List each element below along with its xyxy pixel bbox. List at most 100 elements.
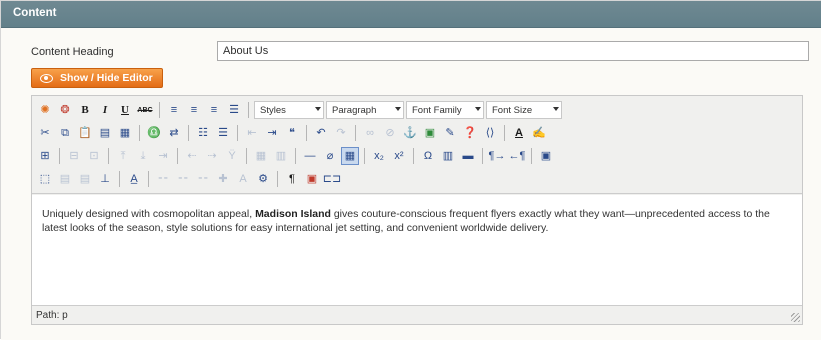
table-cell-props-icon[interactable]: ⊡ xyxy=(85,147,103,165)
fullscreen-icon[interactable]: ▣ xyxy=(537,147,555,165)
cleanup-icon[interactable]: ✎ xyxy=(441,124,459,142)
chevron-down-icon xyxy=(553,107,559,111)
image-icon[interactable]: ❂ xyxy=(56,101,74,119)
align-right-icon[interactable]: ≡ xyxy=(205,101,223,119)
special-char-icon[interactable]: Ω xyxy=(419,147,437,165)
cite-icon[interactable]: ⁃⁃ xyxy=(154,170,172,188)
styleprops-icon[interactable]: A̲ xyxy=(125,170,143,188)
media-icon[interactable]: ▥ xyxy=(439,147,457,165)
toolbar-row-4: ⬚ ▤ ▤ ⊥ A̲ ⁃⁃ ⁃⁃ ⁃⁃ ✚ A ⚙ ¶ ▣ ⊏⊐ xyxy=(36,169,341,189)
align-center-icon[interactable]: ≡ xyxy=(185,101,203,119)
copy-icon[interactable]: ⧉ xyxy=(56,124,74,142)
toolbar-separator xyxy=(504,125,505,141)
paste-icon[interactable]: 📋 xyxy=(76,124,94,142)
paste-text-icon[interactable]: ▤ xyxy=(96,124,114,142)
image-insert-icon[interactable]: ▣ xyxy=(421,124,439,142)
toolbar-separator xyxy=(531,148,532,164)
remove-format-icon[interactable]: ⌀ xyxy=(321,147,339,165)
eye-icon xyxy=(40,73,53,83)
show-blocks-icon[interactable]: ¶ xyxy=(283,170,301,188)
show-hide-editor-button[interactable]: Show / Hide Editor xyxy=(31,68,163,88)
superscript-icon[interactable]: x² xyxy=(390,147,408,165)
help-icon[interactable]: ❓ xyxy=(461,124,479,142)
delete-row-icon[interactable]: ⇥ xyxy=(154,147,172,165)
move-backward-icon[interactable]: ▤ xyxy=(76,170,94,188)
undo-icon[interactable]: ↶ xyxy=(312,124,330,142)
italic-icon[interactable]: I xyxy=(96,101,114,119)
bullet-list-icon[interactable]: ☷ xyxy=(194,124,212,142)
paragraph-text-start: Uniquely designed with cosmopolitan appe… xyxy=(42,208,256,220)
wysiwyg-editor: ✺ ❂ B I U ABC ≡ ≡ ≡ ☰ Styles Paragraph F… xyxy=(31,95,803,325)
acronym-icon[interactable]: ⁃⁃ xyxy=(194,170,212,188)
table-row-props-icon[interactable]: ⊟ xyxy=(65,147,83,165)
subscript-icon[interactable]: x₂ xyxy=(370,147,388,165)
toolbar-separator xyxy=(277,171,278,187)
cut-icon[interactable]: ✂ xyxy=(36,124,54,142)
replace-icon[interactable]: ⇄ xyxy=(165,124,183,142)
visual-aid-icon[interactable]: ▦ xyxy=(341,147,359,165)
magento-widget-icon[interactable]: ✺ xyxy=(36,101,54,119)
paragraph-bold-text: Madison Island xyxy=(255,208,331,220)
align-justify-icon[interactable]: ☰ xyxy=(225,101,243,119)
html-icon[interactable]: ⟨⟩ xyxy=(481,124,499,142)
chevron-down-icon xyxy=(475,107,481,111)
resize-handle-icon[interactable] xyxy=(791,313,800,322)
toolbar-separator xyxy=(59,148,60,164)
abbr-icon[interactable]: ⁃⁃ xyxy=(174,170,192,188)
absolute-icon[interactable]: ⊥ xyxy=(96,170,114,188)
content-heading-label: Content Heading xyxy=(31,46,114,58)
link-icon[interactable]: ∞ xyxy=(361,124,379,142)
strikethrough-icon[interactable]: ABC xyxy=(136,101,154,119)
move-forward-icon[interactable]: ▤ xyxy=(56,170,74,188)
del-icon[interactable]: ✚ xyxy=(214,170,232,188)
split-cells-icon[interactable]: ▦ xyxy=(252,147,270,165)
font-size-select-label: Font Size xyxy=(492,104,533,116)
toolbar-separator xyxy=(482,148,483,164)
indent-icon[interactable]: ⇥ xyxy=(263,124,281,142)
font-family-select-label: Font Family xyxy=(412,104,462,116)
table-icon[interactable]: ⊞ xyxy=(36,147,54,165)
align-left-icon[interactable]: ≡ xyxy=(165,101,183,119)
unlink-icon[interactable]: ⊘ xyxy=(381,124,399,142)
blockquote-icon[interactable]: ❝ xyxy=(283,124,301,142)
delete-col-icon[interactable]: Ÿ xyxy=(223,147,241,165)
toolbar-separator xyxy=(248,102,249,118)
toolbar-separator xyxy=(237,125,238,141)
content-heading-input[interactable] xyxy=(217,41,809,61)
toolbar-row-1: ✺ ❂ B I U ABC ≡ ≡ ≡ ☰ Styles Paragraph F… xyxy=(36,100,562,120)
format-select[interactable]: Paragraph xyxy=(326,101,404,119)
numbered-list-icon[interactable]: ☰ xyxy=(214,124,232,142)
redo-icon[interactable]: ↷ xyxy=(332,124,350,142)
bold-icon[interactable]: B xyxy=(76,101,94,119)
advanced-hr-icon[interactable]: ▬ xyxy=(459,147,477,165)
insert-row-before-icon[interactable]: ⤒ xyxy=(114,147,132,165)
page-break-icon[interactable]: ⊏⊐ xyxy=(323,170,341,188)
layer-icon[interactable]: ⬚ xyxy=(36,170,54,188)
font-family-select[interactable]: Font Family xyxy=(406,101,484,119)
toolbar-separator xyxy=(119,171,120,187)
horizontal-rule-icon[interactable]: — xyxy=(301,147,319,165)
highlight-color-icon[interactable]: ✍ xyxy=(530,124,548,142)
paste-word-icon[interactable]: ▦ xyxy=(116,124,134,142)
styles-select[interactable]: Styles xyxy=(254,101,324,119)
text-color-icon[interactable]: A xyxy=(510,124,528,142)
anchor-icon[interactable]: ⚓ xyxy=(401,124,419,142)
find-icon[interactable]: ♎ xyxy=(145,124,163,142)
insert-col-before-icon[interactable]: ⇠ xyxy=(183,147,201,165)
chevron-down-icon xyxy=(315,107,321,111)
insert-row-after-icon[interactable]: ⤓ xyxy=(134,147,152,165)
outdent-icon[interactable]: ⇤ xyxy=(243,124,261,142)
chevron-down-icon xyxy=(395,107,401,111)
toolbar-separator xyxy=(177,148,178,164)
underline-icon[interactable]: U xyxy=(116,101,134,119)
ins-icon[interactable]: A xyxy=(234,170,252,188)
font-size-select[interactable]: Font Size xyxy=(486,101,562,119)
editor-content-area[interactable]: Uniquely designed with cosmopolitan appe… xyxy=(32,195,802,305)
merge-cells-icon[interactable]: ▥ xyxy=(272,147,290,165)
nonbreaking-icon[interactable]: ▣ xyxy=(303,170,321,188)
attribs-icon[interactable]: ⚙ xyxy=(254,170,272,188)
editor-paragraph[interactable]: Uniquely designed with cosmopolitan appe… xyxy=(42,207,794,235)
ltr-icon[interactable]: ¶→ xyxy=(488,147,506,165)
rtl-icon[interactable]: ←¶ xyxy=(508,147,526,165)
insert-col-after-icon[interactable]: ⇢ xyxy=(203,147,221,165)
